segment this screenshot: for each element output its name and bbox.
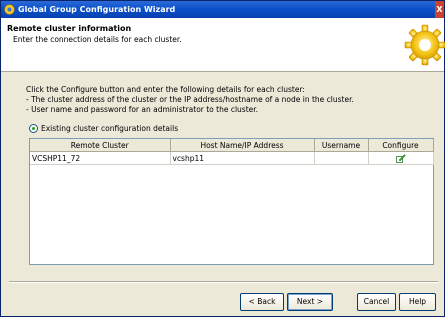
footer-separator xyxy=(9,281,438,283)
column-header-username[interactable]: Username xyxy=(314,139,369,152)
instruction-line: - User name and password for an administ… xyxy=(26,105,259,114)
title-bar[interactable]: Global Group Configuration Wizard X xyxy=(1,1,444,18)
edit-configure-icon[interactable] xyxy=(395,153,406,163)
page-subheading: Enter the connection details for each cl… xyxy=(13,35,182,44)
host-cell[interactable]: vcshp11 xyxy=(170,151,315,165)
wizard-window: Global Group Configuration Wizard X Remo… xyxy=(0,0,445,317)
configure-cell[interactable] xyxy=(368,151,434,165)
grid-header-row: Remote Cluster Host Name/IP Address User… xyxy=(30,139,434,152)
next-button[interactable]: Next > xyxy=(287,293,333,311)
page-heading: Remote cluster information xyxy=(7,24,132,33)
instructions: Click the Configure button and enter the… xyxy=(26,85,426,115)
gear-icon xyxy=(404,24,445,66)
window-title: Global Group Configuration Wizard xyxy=(18,5,176,14)
instruction-line: - The cluster address of the cluster or … xyxy=(26,95,354,104)
table-row[interactable]: VCSHP11_72 vcshp11 xyxy=(30,151,434,165)
radio-label: Existing cluster configuration details xyxy=(41,123,179,133)
app-icon xyxy=(4,4,15,15)
username-cell[interactable] xyxy=(314,151,369,165)
instruction-line: Click the Configure button and enter the… xyxy=(26,85,305,94)
header-panel: Remote cluster information Enter the con… xyxy=(1,18,445,72)
column-header-remote-cluster[interactable]: Remote Cluster xyxy=(30,139,171,152)
cancel-button[interactable]: Cancel xyxy=(357,293,396,311)
remote-cluster-cell[interactable]: VCSHP11_72 xyxy=(30,151,171,165)
cluster-grid[interactable]: Remote Cluster Host Name/IP Address User… xyxy=(29,138,434,265)
column-header-configure[interactable]: Configure xyxy=(368,139,434,152)
help-button[interactable]: Help xyxy=(399,293,436,311)
back-button[interactable]: < Back xyxy=(240,293,284,311)
existing-config-radio[interactable]: Existing cluster configuration details xyxy=(29,123,178,133)
radio-button[interactable] xyxy=(29,123,38,133)
column-header-host[interactable]: Host Name/IP Address xyxy=(170,139,315,152)
close-button[interactable]: X xyxy=(435,1,444,18)
